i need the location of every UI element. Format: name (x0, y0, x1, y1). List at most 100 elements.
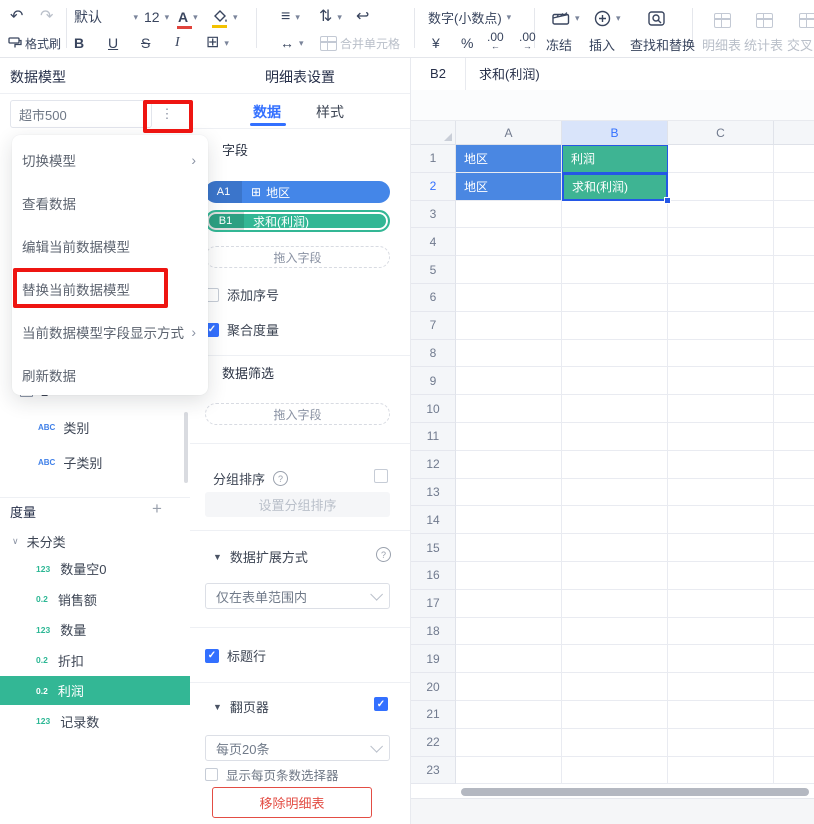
grid-cell[interactable] (668, 340, 774, 368)
set-group-sort-button[interactable]: 设置分组排序 (205, 492, 390, 517)
grid-cell[interactable] (774, 145, 814, 173)
row-header-16[interactable]: 16 (411, 562, 456, 590)
measure-item[interactable]: 123数量 (0, 615, 190, 644)
font-name-select[interactable]: 默认▾ (74, 6, 138, 28)
fill-handle[interactable] (664, 197, 671, 204)
page-size-select[interactable]: 每页20条 (205, 735, 390, 761)
grid-cell[interactable] (562, 228, 668, 256)
grid-cell[interactable] (774, 757, 814, 785)
grid-cell[interactable] (456, 451, 562, 479)
align-horizontal-button[interactable]: ≡▾ (281, 6, 300, 28)
row-header-17[interactable]: 17 (411, 590, 456, 618)
grid-cell[interactable] (562, 590, 668, 618)
grid-cell[interactable] (774, 590, 814, 618)
row-header-8[interactable]: 8 (411, 340, 456, 368)
grid-cell[interactable] (562, 618, 668, 646)
row-header-12[interactable]: 12 (411, 451, 456, 479)
grid-cell[interactable] (562, 312, 668, 340)
expand-mode-select[interactable]: 仅在表单范围内 (205, 583, 390, 609)
detail-table-label[interactable]: 明细表 (702, 33, 741, 55)
grid-cell[interactable] (456, 423, 562, 451)
grid-cell[interactable] (668, 173, 774, 201)
grid-cell[interactable] (668, 228, 774, 256)
drop-field-zone-1[interactable]: 拖入字段 (205, 246, 390, 268)
grid-cell[interactable] (774, 729, 814, 757)
borders-button[interactable]: ⊞▾ (206, 32, 229, 54)
grid-cell[interactable] (668, 673, 774, 701)
grid-cell[interactable] (668, 506, 774, 534)
menu-item[interactable]: 当前数据模型字段显示方式› (12, 310, 208, 353)
grid-cell[interactable] (668, 479, 774, 507)
grid-cell[interactable] (774, 395, 814, 423)
menu-item[interactable]: 切换模型› (12, 138, 208, 181)
grid-cell[interactable] (562, 479, 668, 507)
grid-cell[interactable] (456, 256, 562, 284)
dimension-item[interactable]: ABC类别 (38, 418, 89, 437)
grid-cell[interactable] (562, 673, 668, 701)
expand-icon[interactable]: ⊞ (251, 185, 261, 199)
grid-cell[interactable] (456, 673, 562, 701)
grid-cell[interactable] (562, 256, 668, 284)
grid-cell[interactable] (774, 479, 814, 507)
cell-B1[interactable]: 利润 (562, 145, 668, 173)
grid-cell[interactable] (774, 173, 814, 201)
row-header-21[interactable]: 21 (411, 701, 456, 729)
grid-cell[interactable] (668, 701, 774, 729)
grid-cell[interactable] (562, 340, 668, 368)
number-format-select[interactable]: 数字(小数点)▾ (428, 6, 511, 28)
grid-cell[interactable] (774, 284, 814, 312)
row-header-11[interactable]: 11 (411, 423, 456, 451)
measure-item[interactable]: 123记录数 (0, 707, 190, 736)
cell-B2[interactable]: 求和(利润) (562, 173, 668, 201)
grid-cell[interactable] (774, 201, 814, 229)
row-header-6[interactable]: 6 (411, 284, 456, 312)
merge-cells-button[interactable]: 合并单元格 (320, 32, 400, 54)
group-sort-checkbox[interactable] (374, 469, 388, 483)
grid-cell[interactable] (456, 590, 562, 618)
stats-table-button[interactable] (756, 9, 773, 31)
grid-cell[interactable] (562, 367, 668, 395)
grid-cell[interactable] (774, 312, 814, 340)
row-header-13[interactable]: 13 (411, 479, 456, 507)
grid-cell[interactable] (562, 645, 668, 673)
strikethrough-button[interactable]: S (141, 32, 150, 54)
model-name-input[interactable]: 超市500 (10, 100, 152, 128)
row-header-22[interactable]: 22 (411, 729, 456, 757)
grid-cell[interactable] (562, 423, 668, 451)
menu-item[interactable]: 查看数据 (12, 181, 208, 224)
grid-cell[interactable] (668, 312, 774, 340)
grid-cell[interactable] (562, 506, 668, 534)
measure-item[interactable]: 123数量空0 (0, 554, 190, 583)
cross-table-label[interactable]: 交叉 (787, 33, 813, 55)
grid-cell[interactable] (668, 201, 774, 229)
grid-cell[interactable] (774, 423, 814, 451)
currency-button[interactable]: ¥ (432, 32, 440, 54)
measure-item[interactable]: 0.2销售额 (0, 585, 190, 614)
redo-button[interactable]: ↷ (40, 6, 53, 28)
text-orientation-button[interactable]: ↔▾ (280, 32, 304, 54)
tab-style[interactable]: 样式 (316, 102, 344, 122)
grid-cell[interactable] (774, 673, 814, 701)
grid-cell[interactable] (668, 757, 774, 785)
grid-cell[interactable] (668, 562, 774, 590)
grid-cell[interactable] (456, 506, 562, 534)
wrap-text-button[interactable]: ↩ (356, 6, 369, 28)
measure-group[interactable]: ∨ 未分类 (12, 532, 66, 551)
grid-cell[interactable] (668, 645, 774, 673)
column-header-C[interactable]: C (668, 121, 774, 145)
dimension-scrollbar[interactable] (184, 412, 188, 483)
cross-table-button[interactable] (799, 9, 814, 31)
grid-cell[interactable] (562, 701, 668, 729)
bold-button[interactable]: B (74, 32, 84, 54)
grid-cell[interactable] (456, 284, 562, 312)
menu-item[interactable]: 刷新数据 (12, 353, 208, 396)
row-header-20[interactable]: 20 (411, 673, 456, 701)
detail-table-button[interactable] (714, 9, 731, 31)
align-vertical-button[interactable]: ⇅▾ (319, 6, 342, 28)
grid-cell[interactable] (456, 534, 562, 562)
grid-cell[interactable] (562, 201, 668, 229)
add-measure-button[interactable]: + (152, 499, 162, 519)
grid-cell[interactable] (774, 451, 814, 479)
row-header-18[interactable]: 18 (411, 618, 456, 646)
format-painter-button[interactable]: 格式刷 (8, 32, 61, 54)
